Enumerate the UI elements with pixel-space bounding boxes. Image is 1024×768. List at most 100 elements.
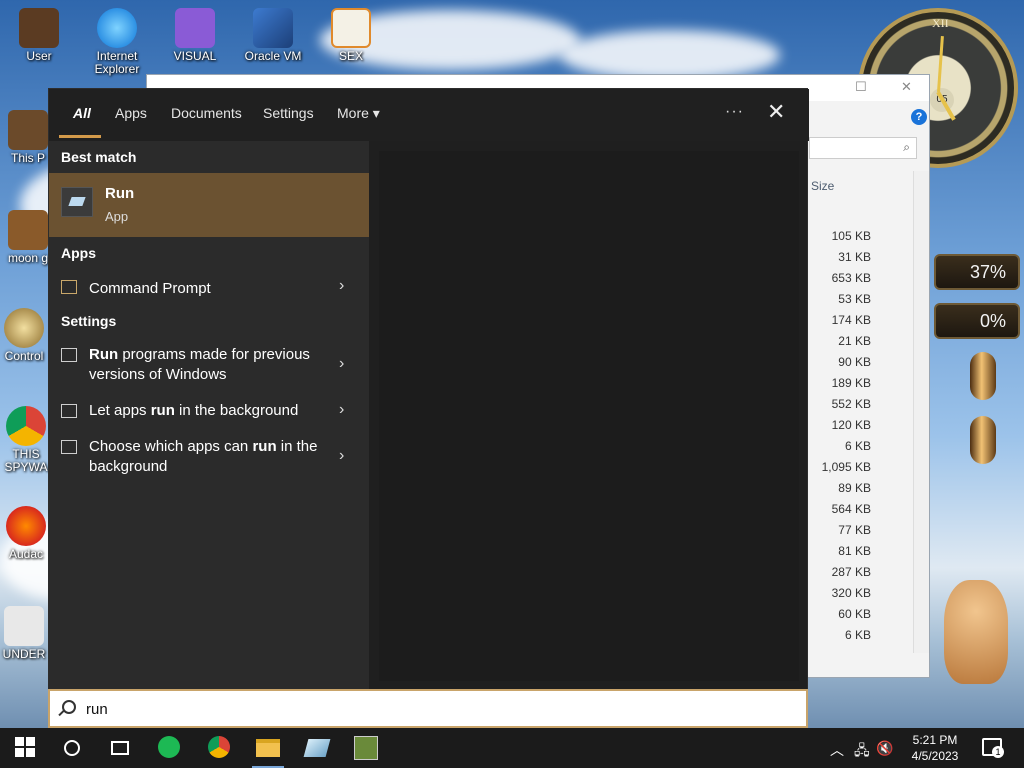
result-label: Command Prompt bbox=[89, 280, 211, 297]
highlight-text: Run bbox=[89, 346, 119, 363]
taskbar-app-run[interactable] bbox=[303, 736, 331, 760]
chevron-down-icon: ▾ bbox=[372, 105, 380, 121]
more-options-icon[interactable]: ··· bbox=[725, 103, 744, 121]
result-choose-apps-run-background[interactable]: Choose which apps can run in the backgro… bbox=[49, 437, 369, 481]
volume-muted-icon[interactable]: 🔇 bbox=[876, 740, 893, 757]
memory-meter: 0% bbox=[934, 303, 1020, 339]
close-icon[interactable]: ✕ bbox=[901, 79, 912, 95]
file-size-cell: 552 KB bbox=[831, 397, 871, 411]
desktop-icon-chrome[interactable]: THIS SPYWA bbox=[4, 406, 48, 474]
desktop-icon-sex[interactable]: SEX bbox=[318, 8, 384, 63]
chevron-right-icon[interactable]: › bbox=[339, 447, 344, 465]
result-command-prompt[interactable]: Command Prompt › bbox=[49, 277, 369, 301]
tab-more-label: More bbox=[337, 105, 369, 121]
taskbar-app-sheets[interactable] bbox=[158, 736, 182, 760]
result-let-apps-run-background[interactable]: Let apps run in the background › bbox=[49, 401, 369, 425]
chevron-right-icon[interactable]: › bbox=[339, 277, 344, 295]
audacity-icon bbox=[6, 506, 46, 546]
desktop-icon-control[interactable]: Control bbox=[0, 308, 48, 363]
file-size-cell: 564 KB bbox=[831, 502, 871, 516]
tray-time: 5:21 PM bbox=[912, 733, 958, 747]
desktop-icon-label: This P bbox=[10, 151, 45, 165]
taskbar-app-game[interactable] bbox=[354, 736, 378, 760]
file-size-cell: 6 KB bbox=[844, 628, 871, 642]
desktop-icon-visual[interactable]: VISUAL bbox=[162, 8, 228, 63]
desktop-icon-label: Audac bbox=[8, 547, 44, 561]
chrome-icon bbox=[6, 406, 46, 446]
cortana-icon bbox=[64, 740, 80, 756]
tab-settings[interactable]: Settings bbox=[263, 105, 314, 121]
file-size-cell: 89 KB bbox=[838, 481, 871, 495]
best-match-run-app[interactable]: Run App bbox=[49, 173, 369, 237]
hamster-image bbox=[944, 580, 1008, 684]
chevron-up-icon[interactable]: ︿ bbox=[830, 740, 844, 760]
desktop-icon-label: Oracle VM bbox=[244, 49, 302, 63]
game-icon bbox=[354, 736, 378, 760]
file-size-cell: 287 KB bbox=[831, 565, 871, 579]
file-size-cell: 31 KB bbox=[838, 250, 871, 264]
desktop-icon-unity[interactable]: UNDER bbox=[0, 606, 48, 661]
result-text: programs made for previous versions of W… bbox=[89, 346, 310, 383]
desktop-icon-label: User bbox=[26, 49, 52, 63]
task-view-icon bbox=[111, 741, 129, 755]
desktop-icon-oracle-vm[interactable]: Oracle VM bbox=[240, 8, 306, 63]
start-button[interactable] bbox=[14, 736, 38, 760]
tab-apps[interactable]: Apps bbox=[115, 105, 147, 121]
file-size-cell: 6 KB bbox=[844, 439, 871, 453]
clock-numeral: XII bbox=[932, 16, 949, 30]
cpu-meter: 37% bbox=[934, 254, 1020, 290]
desktop-icon-moon[interactable]: moon g bbox=[6, 210, 50, 265]
notification-icon[interactable]: 1 bbox=[982, 738, 1004, 758]
desktop-icon-label: THIS SPYWA bbox=[4, 447, 48, 474]
taskbar-app-file-explorer[interactable] bbox=[252, 736, 284, 768]
search-input[interactable] bbox=[86, 698, 786, 720]
chevron-right-icon[interactable]: › bbox=[339, 355, 344, 373]
file-size-cell: 653 KB bbox=[831, 271, 871, 285]
help-icon[interactable]: ? bbox=[911, 109, 927, 125]
task-view-button[interactable] bbox=[108, 736, 132, 760]
file-size-cell: 120 KB bbox=[831, 418, 871, 432]
apps-section: Apps bbox=[49, 237, 369, 269]
maximize-icon[interactable]: ☐ bbox=[855, 79, 867, 95]
taskbar-search-box[interactable] bbox=[48, 689, 808, 728]
desktop-icon-label: VISUAL bbox=[173, 49, 217, 63]
desktop-icon-this-pc[interactable]: This P bbox=[6, 110, 50, 165]
best-match-name: Run bbox=[105, 185, 135, 202]
close-icon[interactable]: ✕ bbox=[767, 101, 785, 123]
chevron-right-icon[interactable]: › bbox=[339, 401, 344, 419]
result-text: Let apps bbox=[89, 402, 151, 419]
desktop-icon-audacity[interactable]: Audac bbox=[4, 506, 48, 561]
result-run-programs-compat[interactable]: Run programs made for previous versions … bbox=[49, 345, 369, 389]
tab-all[interactable]: All bbox=[73, 105, 91, 121]
cortana-button[interactable] bbox=[60, 736, 84, 760]
knob bbox=[970, 352, 996, 400]
tab-documents[interactable]: Documents bbox=[171, 105, 242, 121]
clock-hand bbox=[937, 36, 944, 93]
command-prompt-icon bbox=[61, 280, 77, 294]
control-panel-icon bbox=[4, 308, 44, 348]
desktop-icon-label: Internet Explorer bbox=[94, 49, 140, 76]
background-apps-icon bbox=[61, 404, 77, 418]
taskbar-app-chrome[interactable] bbox=[208, 736, 232, 760]
result-text: in the background bbox=[174, 402, 299, 419]
folder-icon bbox=[256, 739, 280, 757]
search-icon: ⌕ bbox=[903, 140, 910, 154]
size-column-header[interactable]: Size bbox=[811, 179, 834, 193]
taskbar: ︿ 🖧 🔇 5:21 PM 4/5/2023 1 bbox=[0, 728, 1024, 768]
meter-value: 37% bbox=[969, 262, 1006, 282]
explorer-search-box[interactable]: ⌕ bbox=[809, 137, 917, 159]
network-icon[interactable]: 🖧 bbox=[854, 740, 870, 764]
clock-area[interactable]: 5:21 PM 4/5/2023 bbox=[900, 732, 970, 764]
internet-explorer-icon bbox=[97, 8, 137, 48]
virtualbox-icon bbox=[253, 8, 293, 48]
knob bbox=[970, 416, 996, 464]
desktop-icon-user[interactable]: User bbox=[6, 8, 72, 63]
sheets-icon bbox=[158, 736, 180, 758]
scrollbar[interactable] bbox=[913, 171, 929, 653]
desktop-icon-label: moon g bbox=[7, 251, 49, 265]
desktop-icon-internet-explorer[interactable]: Internet Explorer bbox=[84, 8, 150, 76]
tab-more[interactable]: More ▾ bbox=[337, 105, 380, 122]
visual-studio-icon bbox=[175, 8, 215, 48]
file-size-cell: 174 KB bbox=[831, 313, 871, 327]
file-size-cell: 105 KB bbox=[831, 229, 871, 243]
